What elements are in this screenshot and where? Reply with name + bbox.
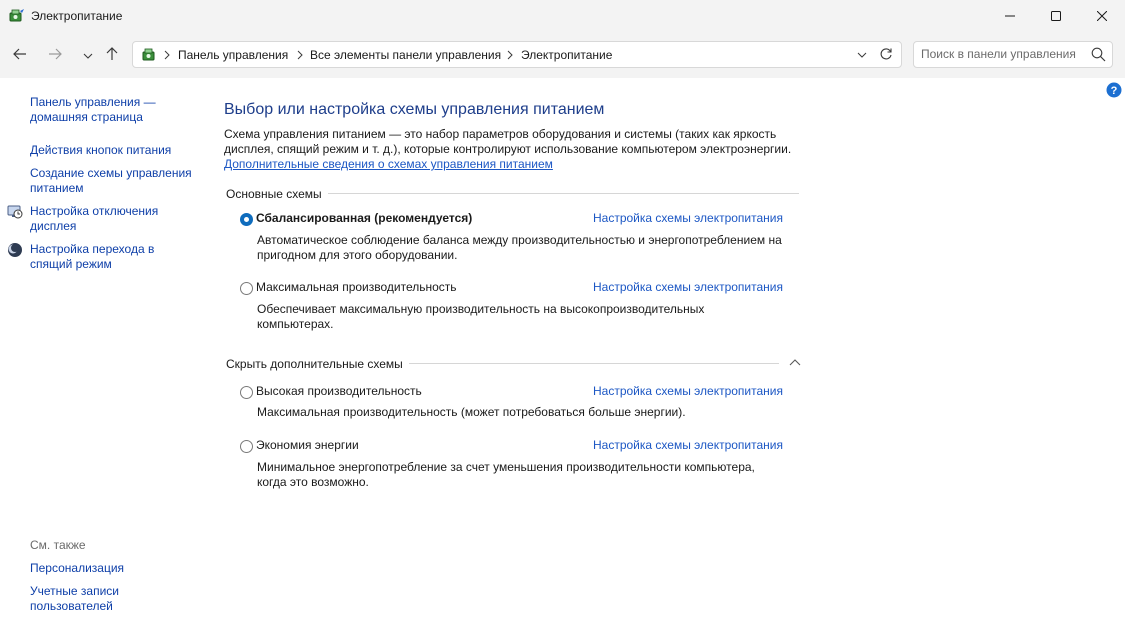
search-icon[interactable] bbox=[1091, 47, 1106, 65]
title-bar: Электропитание bbox=[0, 0, 1125, 32]
plan-radio-high-performance[interactable] bbox=[240, 386, 253, 399]
search-input[interactable] bbox=[921, 47, 1081, 61]
see-also-heading: См. также bbox=[30, 538, 86, 552]
display-clock-icon bbox=[7, 204, 23, 220]
help-icon[interactable]: ? bbox=[1106, 82, 1122, 98]
plan-settings-link-high-performance[interactable]: Настройка схемы электропитания bbox=[593, 384, 783, 398]
forward-button[interactable] bbox=[43, 43, 67, 67]
address-bar[interactable]: Панель управления Все элементы панели уп… bbox=[132, 41, 902, 68]
chevron-right-icon bbox=[296, 49, 304, 61]
page-description: Схема управления питанием — это набор па… bbox=[224, 127, 792, 156]
page-title: Выбор или настройка схемы управления пит… bbox=[224, 101, 605, 118]
close-icon bbox=[1097, 11, 1107, 21]
sidebar-item-personalization[interactable]: Персонализация bbox=[30, 561, 180, 576]
breadcrumb-control-panel[interactable]: Панель управления bbox=[178, 48, 288, 62]
group-heading-main: Основные схемы bbox=[226, 187, 322, 201]
plan-radio-power-saver[interactable] bbox=[240, 440, 253, 453]
sidebar-item-power-buttons[interactable]: Действия кнопок питания bbox=[30, 143, 200, 158]
maximize-button[interactable] bbox=[1033, 0, 1079, 32]
plan-name-balanced[interactable]: Сбалансированная (рекомендуется) bbox=[256, 211, 472, 225]
group-heading-extra[interactable]: Скрыть дополнительные схемы bbox=[226, 357, 403, 371]
close-button[interactable] bbox=[1079, 0, 1125, 32]
power-options-icon bbox=[8, 7, 26, 25]
up-arrow-icon bbox=[106, 46, 118, 64]
up-button[interactable] bbox=[100, 43, 124, 67]
chevron-right-icon bbox=[163, 49, 171, 61]
refresh-icon[interactable] bbox=[879, 47, 893, 64]
back-button[interactable] bbox=[8, 43, 32, 67]
sidebar-home-link[interactable]: Панель управления — домашняя страница bbox=[30, 95, 180, 125]
plan-description-high-performance: Максимальная производительность (может п… bbox=[257, 405, 686, 419]
minimize-icon bbox=[1005, 11, 1015, 21]
minimize-button[interactable] bbox=[987, 0, 1033, 32]
breadcrumb-power-options[interactable]: Электропитание bbox=[521, 48, 612, 62]
plan-radio-ultimate[interactable] bbox=[240, 282, 253, 295]
plan-settings-link-ultimate[interactable]: Настройка схемы электропитания bbox=[593, 280, 783, 294]
back-arrow-icon bbox=[13, 48, 27, 63]
more-info-link[interactable]: Дополнительные сведения о схемах управле… bbox=[224, 157, 553, 171]
plan-description-power-saver: Минимальное энергопотребление за счет ум… bbox=[257, 460, 755, 489]
sidebar-item-create-plan[interactable]: Создание схемы управления питанием bbox=[30, 166, 200, 196]
chevron-right-icon bbox=[506, 49, 514, 61]
control-panel-icon bbox=[141, 46, 159, 64]
plan-radio-balanced[interactable] bbox=[240, 213, 253, 226]
breadcrumb-all-items[interactable]: Все элементы панели управления bbox=[310, 48, 501, 62]
recent-locations-button[interactable] bbox=[76, 43, 100, 67]
moon-icon bbox=[7, 242, 23, 258]
plan-settings-link-power-saver[interactable]: Настройка схемы электропитания bbox=[593, 438, 783, 452]
plan-name-high-performance[interactable]: Высокая производительность bbox=[256, 384, 422, 398]
sidebar-item-sleep[interactable]: Настройка перехода в спящий режим bbox=[30, 242, 180, 272]
sidebar-item-user-accounts[interactable]: Учетные записи пользователей bbox=[30, 584, 140, 614]
group-divider bbox=[328, 193, 799, 194]
group-divider bbox=[409, 363, 779, 364]
address-dropdown-icon[interactable] bbox=[857, 49, 867, 63]
plan-settings-link-balanced[interactable]: Настройка схемы электропитания bbox=[593, 211, 783, 225]
plan-description-ultimate: Обеспечивает максимальную производительн… bbox=[257, 302, 705, 331]
maximize-icon bbox=[1051, 11, 1061, 21]
svg-text:?: ? bbox=[1111, 85, 1118, 97]
chevron-up-icon[interactable] bbox=[788, 357, 802, 367]
plan-name-ultimate[interactable]: Максимальная производительность bbox=[256, 280, 457, 294]
chevron-down-icon bbox=[83, 48, 93, 62]
window-title: Электропитание bbox=[31, 9, 123, 23]
plan-description-balanced: Автоматическое соблюдение баланса между … bbox=[257, 233, 782, 262]
sidebar-item-display-off[interactable]: Настройка отключения дисплея bbox=[30, 204, 180, 234]
plan-name-power-saver[interactable]: Экономия энергии bbox=[256, 438, 359, 452]
navigation-bar: Панель управления Все элементы панели уп… bbox=[0, 32, 1125, 78]
forward-arrow-icon bbox=[48, 48, 62, 63]
search-box bbox=[913, 41, 1113, 68]
